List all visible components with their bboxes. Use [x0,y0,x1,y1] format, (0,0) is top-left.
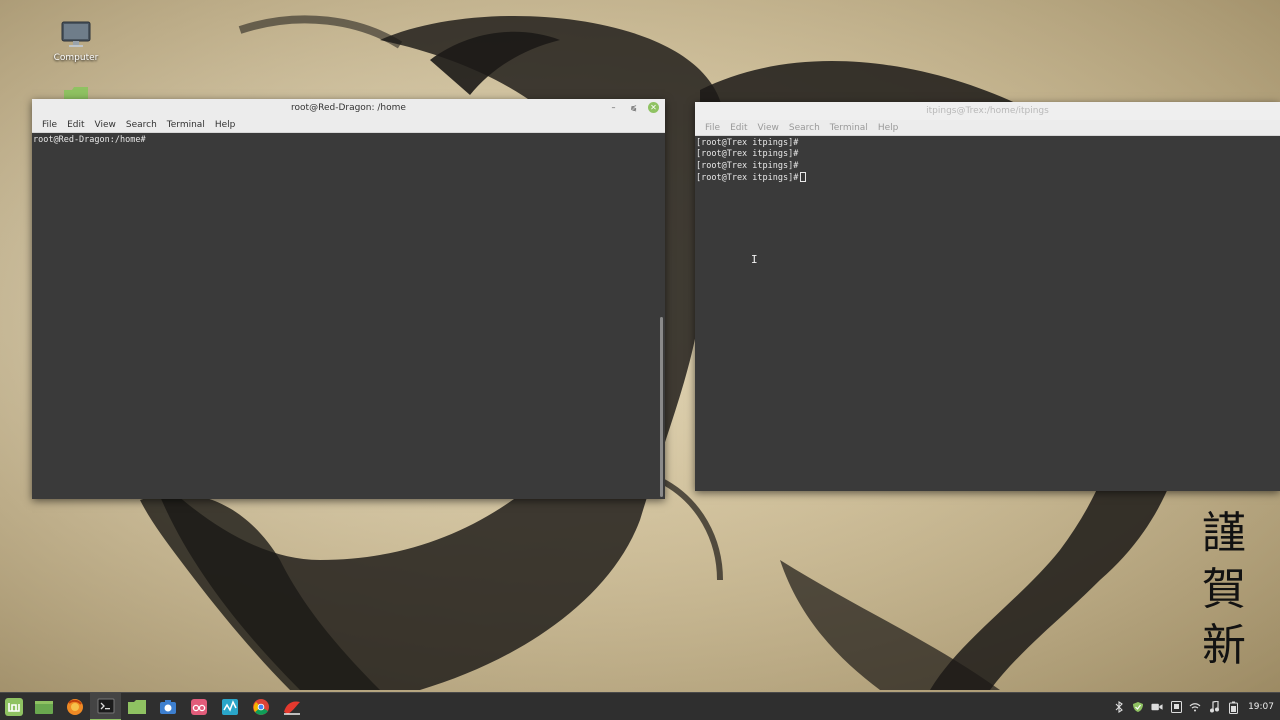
show-desktop-button[interactable] [28,693,59,720]
system-monitor-icon [221,698,238,715]
terminal-output[interactable]: [root@Trex itpings]# [root@Trex itpings]… [695,136,1280,491]
show-desktop-icon [34,700,53,714]
menu-help[interactable]: Help [210,120,241,130]
window-titlebar[interactable]: root@Red-Dragon: /home – ⫹ ✕ [32,99,665,117]
screenshot-button[interactable] [152,693,183,720]
menu-help[interactable]: Help [873,123,904,133]
menu-file[interactable]: File [700,123,725,133]
clock[interactable]: 19:07 [1248,702,1274,712]
taskbar: 19:07 [0,692,1280,720]
menu-terminal[interactable]: Terminal [162,120,210,130]
files-icon [127,699,146,714]
terminal-prompt-text: [root@Trex itpings]# [696,172,799,183]
menu-view[interactable]: View [753,123,784,133]
close-icon[interactable]: ✕ [648,102,659,113]
screenshot-icon [159,699,176,714]
terminal-window-trex[interactable]: itpings@Trex:/home/itpings File Edit Vie… [695,102,1280,491]
terminal-output[interactable]: root@Red-Dragon:/home# [32,133,665,499]
maximize-icon[interactable]: ⫹ [628,102,639,113]
menu-bar: File Edit View Search Terminal Help [32,117,665,133]
terminal-prompt-line: [root@Trex itpings]# [696,149,799,160]
scrollbar[interactable] [660,317,663,497]
calligraphy-text: 謹 賀 新 [1202,508,1246,671]
glasses-app-icon [190,698,207,715]
bluetooth-icon[interactable] [1113,701,1125,713]
video-icon[interactable] [1151,701,1163,713]
wifi-icon[interactable] [1189,701,1201,713]
terminal-prompt-line: [root@Trex itpings]# [696,138,799,148]
terminal-prompt-line: root@Red-Dragon:/home# [33,135,146,145]
minimize-icon[interactable]: – [608,102,619,113]
mint-menu-button[interactable] [0,693,28,720]
music-icon[interactable] [1208,701,1220,713]
menu-terminal[interactable]: Terminal [825,123,873,133]
glasses-app-button[interactable] [183,693,214,720]
shield-icon[interactable] [1132,701,1144,713]
mint-menu-icon [5,697,23,716]
menu-file[interactable]: File [37,120,62,130]
window-title: itpings@Trex:/home/itpings [926,106,1049,116]
text-cursor [800,171,807,182]
system-monitor-button[interactable] [214,693,245,720]
mouse-ibeam-icon: I [751,253,758,266]
menu-edit[interactable]: Edit [725,123,752,133]
firefox-icon [66,698,83,715]
screen-icon[interactable] [1170,701,1182,713]
computer-icon [61,21,91,47]
desktop-icon-label: Computer [53,53,99,63]
red-app-icon [283,700,300,715]
desktop-icon-computer[interactable]: Computer [41,20,111,63]
window-titlebar[interactable]: itpings@Trex:/home/itpings [695,102,1280,120]
terminal-window-red-dragon[interactable]: root@Red-Dragon: /home – ⫹ ✕ File Edit V… [32,99,665,499]
menu-edit[interactable]: Edit [62,120,89,130]
menu-search[interactable]: Search [784,123,825,133]
files-button[interactable] [121,693,152,720]
battery-icon[interactable] [1227,701,1239,714]
folder-icon [64,87,88,100]
menu-bar: File Edit View Search Terminal Help [695,120,1280,136]
menu-view[interactable]: View [90,120,121,130]
terminal-prompt-line-current: [root@Trex itpings]# [696,171,1279,184]
terminal-icon [97,698,114,713]
red-app-button[interactable] [276,693,307,720]
firefox-button[interactable] [59,693,90,720]
menu-search[interactable]: Search [121,120,162,130]
system-tray: 19:07 [1113,693,1280,720]
chrome-icon [252,698,269,715]
terminal-prompt-line: [root@Trex itpings]# [696,160,799,171]
terminal-button[interactable] [90,692,121,720]
window-title: root@Red-Dragon: /home [291,103,406,113]
chrome-button[interactable] [245,693,276,720]
